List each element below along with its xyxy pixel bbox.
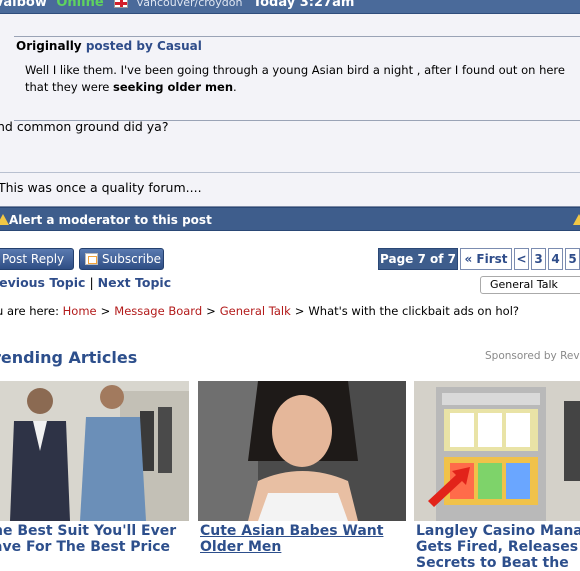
- online-status: Online: [56, 0, 104, 10]
- first-page-link[interactable]: « First: [460, 248, 512, 270]
- quote-line-2-bold: seeking older men: [113, 80, 234, 94]
- article-title-line: Older Men: [200, 539, 282, 555]
- article-thumbnail-suits[interactable]: [0, 381, 189, 521]
- topic-navigation: revious Topic | Next Topic: [0, 275, 171, 290]
- alert-moderator-link[interactable]: Alert a moderator to this post: [9, 213, 212, 227]
- page-link[interactable]: 5: [565, 248, 580, 270]
- suits-image: [0, 381, 189, 521]
- breadcrumb-home[interactable]: Home: [63, 304, 97, 318]
- quote-header: Originally posted by Casual: [16, 39, 202, 53]
- forum-jump-select[interactable]: General Talk: [480, 276, 580, 294]
- article-title-line: Gets Fired, Releases: [416, 539, 579, 555]
- signature-text: This was once a quality forum....: [0, 180, 202, 195]
- next-topic-link[interactable]: Next Topic: [98, 275, 171, 290]
- article-title-line: he Best Suit You'll Ever: [0, 523, 177, 539]
- prev-page-link[interactable]: <: [514, 248, 529, 270]
- subscribe-button[interactable]: Subscribe: [79, 248, 164, 270]
- article-title-casino[interactable]: Langley Casino Mana Gets Fired, Releases…: [416, 523, 580, 571]
- article-title-line: ave For The Best Price: [0, 539, 171, 555]
- post-body: Originally posted by Casual Well I like …: [0, 14, 580, 207]
- breadcrumb-message-board[interactable]: Message Board: [114, 304, 202, 318]
- article-title-line: Secrets to Beat the: [416, 555, 569, 571]
- warning-icon: [0, 214, 9, 225]
- article-title-suits[interactable]: he Best Suit You'll Ever ave For The Bes…: [0, 523, 189, 555]
- warning-icon-right: [573, 214, 580, 225]
- article-title-asian-babes[interactable]: Cute Asian Babes Want Older Men: [200, 523, 406, 555]
- post-reply-button[interactable]: Post Reply: [0, 248, 74, 270]
- previous-topic-link[interactable]: revious Topic: [0, 275, 85, 290]
- page-link[interactable]: 4: [548, 248, 563, 270]
- post-author-bar: Valbow Online vancouver/croydon Today 3:…: [0, 0, 580, 14]
- subscribe-icon: [85, 253, 98, 265]
- england-flag-icon: [114, 0, 129, 8]
- article-title-line: Langley Casino Mana: [416, 523, 580, 539]
- quote-author-link[interactable]: posted by Casual: [86, 39, 202, 53]
- author-username[interactable]: Valbow: [0, 0, 47, 10]
- article-thumbnail-casino[interactable]: [414, 381, 580, 521]
- quote-line-2-pre: that they were: [25, 80, 114, 94]
- page-indicator: Page 7 of 7: [378, 248, 458, 270]
- page-link[interactable]: 3: [531, 248, 546, 270]
- topic-nav-separator: |: [89, 275, 94, 290]
- article-thumbnail-asian-babes[interactable]: [198, 381, 406, 521]
- portrait-image: [198, 381, 406, 521]
- breadcrumb-prefix: u are here:: [0, 304, 59, 318]
- alert-moderator-bar: Alert a moderator to this post: [0, 207, 580, 231]
- breadcrumb: u are here: Home > Message Board > General T…: [0, 304, 519, 318]
- signature-divider: [0, 172, 580, 173]
- quote-label: Originally: [16, 39, 82, 53]
- sponsored-by-label[interactable]: Sponsored by Revc: [485, 350, 580, 362]
- quote-line-1: Well I like them. I've been going throug…: [25, 63, 565, 77]
- quote-text: Well I like them. I've been going throug…: [25, 62, 570, 96]
- breadcrumb-current: What's with the clickbait ads on hol?: [308, 304, 520, 318]
- breadcrumb-general-talk[interactable]: General Talk: [220, 304, 291, 318]
- quote-block: Originally posted by Casual Well I like …: [14, 36, 580, 121]
- author-location: vancouver/croydon: [136, 0, 243, 9]
- article-title-line: Cute Asian Babes Want: [200, 523, 384, 539]
- slot-machine-image: [414, 381, 580, 521]
- subscribe-label: Subscribe: [102, 252, 161, 266]
- trending-articles-heading: rending Articles: [0, 348, 138, 367]
- post-timestamp: Today 3:27am: [252, 0, 355, 10]
- quote-line-2-post: .: [233, 80, 237, 94]
- reply-text: nd common ground did ya?: [0, 119, 169, 134]
